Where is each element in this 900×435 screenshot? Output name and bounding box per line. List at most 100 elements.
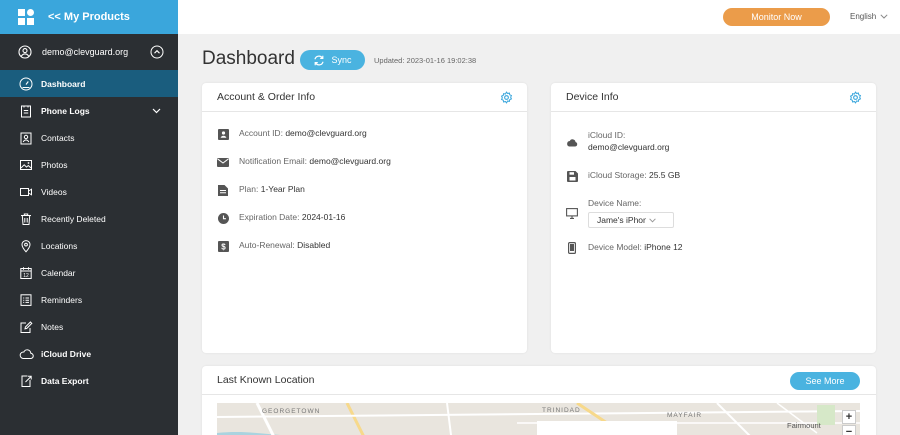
sidebar-item-label: Contacts (41, 132, 75, 143)
location-icon (18, 238, 34, 254)
reminders-icon (18, 292, 34, 308)
sidebar-item-label: Data Export (41, 375, 89, 386)
calendar-icon: 12 (18, 265, 34, 281)
device-model-row: Device Model: iPhone 12 (566, 242, 683, 254)
device-name-row: Device Name: Jame's iPhone 1 (566, 198, 674, 228)
map-label: TRINIDAD (542, 407, 581, 414)
auto-renewal-row: $ Auto-Renewal: Disabled (217, 240, 330, 252)
device-name-select[interactable]: Jame's iPhone 1 (588, 212, 674, 228)
last-known-location-card: Last Known Location See More GEORGETOWN … (202, 366, 876, 435)
language-label: English (850, 12, 877, 21)
notification-email-row: Notification Email: demo@clevguard.org (217, 156, 391, 168)
sync-label: Sync (331, 55, 352, 65)
sidebar-item-label: Notes (41, 321, 64, 332)
sidebar: << My Products demo@clevguard.org Dashbo… (0, 0, 178, 435)
plan-value: 1-Year Plan (260, 184, 305, 194)
expiration-row: Expiration Date: 2024-01-16 (217, 212, 345, 224)
sync-button[interactable]: Sync (300, 50, 365, 70)
device-name-label: Device Name: (588, 198, 642, 208)
device-model-value: iPhone 12 (644, 242, 683, 252)
refresh-icon (313, 55, 325, 66)
language-selector[interactable]: English (850, 12, 888, 21)
gear-icon[interactable] (500, 90, 513, 104)
sidebar-item-label: Videos (41, 186, 67, 197)
map-label: GEORGETOWN (262, 408, 321, 415)
icloud-id-value: demo@clevguard.org (588, 142, 670, 152)
last-updated-text: Updated: 2023-01-16 19:02:38 (374, 56, 477, 65)
trash-icon (18, 211, 34, 227)
plan-label: Plan: (239, 184, 259, 194)
icloud-storage-label: iCloud Storage: (588, 170, 647, 180)
gear-icon[interactable] (849, 90, 862, 104)
sidebar-item-label: Reminders (41, 294, 83, 305)
card-header: Device Info (551, 83, 876, 112)
clock-icon (217, 212, 229, 224)
notification-email-label: Notification Email: (239, 156, 308, 166)
icloud-id-row: iCloud ID: demo@clevguard.org (566, 130, 669, 152)
monitor-now-button[interactable]: Monitor Now (723, 8, 830, 26)
sidebar-item-photos[interactable]: Photos (0, 151, 178, 178)
document-icon (217, 184, 229, 196)
map-label: MAYFAIR (667, 412, 703, 419)
location-map[interactable]: GEORGETOWN TRINIDAD MAYFAIR Fairmount + … (217, 403, 860, 435)
see-more-button[interactable]: See More (790, 372, 860, 390)
sidebar-item-notes[interactable]: Notes (0, 313, 178, 340)
back-to-products[interactable]: << My Products (0, 0, 178, 34)
phone-icon (566, 242, 578, 254)
dollar-icon: $ (217, 240, 229, 252)
sidebar-item-calendar[interactable]: 12 Calendar (0, 259, 178, 286)
icloud-id-label: iCloud ID: (588, 130, 626, 140)
card-title: Account & Order Info (217, 91, 316, 103)
account-order-card: Account & Order Info Account ID: demo@cl… (202, 83, 527, 353)
sidebar-item-dashboard[interactable]: Dashboard (0, 70, 178, 97)
zoom-in-button[interactable]: + (842, 410, 856, 424)
sidebar-item-reminders[interactable]: Reminders (0, 286, 178, 313)
plan-row: Plan: 1-Year Plan (217, 184, 305, 196)
card-header: Account & Order Info (202, 83, 527, 112)
id-card-icon (217, 128, 229, 140)
account-row[interactable]: demo@clevguard.org (0, 34, 178, 70)
sidebar-item-icloud-drive[interactable]: iCloud Drive (0, 340, 178, 367)
account-id-value: demo@clevguard.org (285, 128, 367, 138)
zoom-out-button[interactable]: − (842, 425, 856, 435)
sidebar-item-label: iCloud Drive (41, 348, 92, 359)
card-title: Device Info (566, 91, 619, 103)
user-icon (18, 45, 32, 59)
account-id-row: Account ID: demo@clevguard.org (217, 128, 367, 140)
back-to-products-label: << My Products (48, 11, 130, 23)
sidebar-item-recently-deleted[interactable]: Recently Deleted (0, 205, 178, 232)
svg-text:12: 12 (23, 273, 29, 279)
device-name-value: Jame's iPhone 1 (597, 215, 646, 225)
sidebar-item-label: Locations (41, 240, 78, 251)
card-header: Last Known Location (202, 366, 876, 395)
auto-renewal-value: Disabled (297, 240, 331, 250)
sidebar-item-phone-logs[interactable]: Phone Logs (0, 97, 178, 124)
sidebar-item-contacts[interactable]: Contacts (0, 124, 178, 151)
chevron-down-icon (646, 214, 658, 226)
gauge-icon (18, 76, 34, 92)
phone-log-icon (18, 103, 34, 119)
sidebar-item-label: Dashboard (41, 78, 86, 89)
page-title: Dashboard (202, 48, 295, 69)
account-id-label: Account ID: (239, 128, 283, 138)
chevron-down-icon (148, 103, 164, 119)
map-label: Fairmount (787, 421, 821, 430)
chevron-up-circle-icon[interactable] (150, 45, 164, 59)
contacts-icon (18, 130, 34, 146)
storage-icon (566, 170, 578, 182)
notes-icon (18, 319, 34, 335)
card-title: Last Known Location (217, 374, 315, 386)
sidebar-item-videos[interactable]: Videos (0, 178, 178, 205)
device-model-label: Device Model: (588, 242, 642, 252)
sidebar-item-label: Recently Deleted (41, 213, 106, 224)
device-info-card: Device Info iCloud ID: demo@clevguard.or… (551, 83, 876, 353)
sidebar-item-data-export[interactable]: Data Export (0, 367, 178, 394)
monitor-icon (566, 207, 578, 219)
photos-icon (18, 157, 34, 173)
sidebar-item-label: Photos (41, 159, 68, 170)
app-grid-icon (18, 9, 34, 25)
cloud-icon (566, 136, 578, 148)
svg-text:$: $ (221, 242, 226, 251)
expiration-label: Expiration Date: (239, 212, 300, 222)
sidebar-item-locations[interactable]: Locations (0, 232, 178, 259)
